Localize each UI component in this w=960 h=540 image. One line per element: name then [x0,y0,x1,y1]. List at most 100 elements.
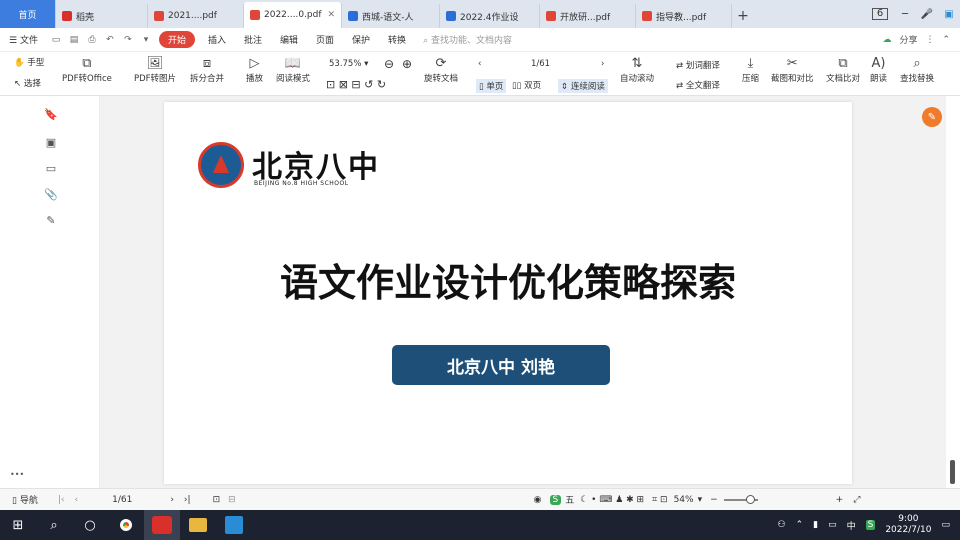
split-merge-button[interactable]: ⧈ 拆分合并 [190,56,224,84]
tab-guide[interactable]: 指导教...pdf [636,4,732,28]
first-page-icon[interactable]: |‹ [58,495,65,505]
fullscreen-icon[interactable]: ⤢ [853,495,860,505]
ime-five[interactable]: 五 [565,493,574,506]
zoom-chevron-icon[interactable]: ▾ [698,495,703,505]
redo-icon[interactable]: ↷ [123,35,133,45]
tab-open-research[interactable]: 开放研...pdf [540,4,636,28]
page-indicator[interactable]: 1/61 [531,59,550,69]
prev-page-icon[interactable]: ‹ [478,59,481,69]
share-button[interactable]: 分享 [899,33,917,46]
tab-home[interactable]: 首页 [0,0,56,28]
more-dots-icon[interactable]: ••• [10,470,24,484]
notification-icon[interactable]: ▭ [941,520,950,530]
eye-icon[interactable]: ◉ [534,495,542,505]
pdf-to-office-button[interactable]: ⧉ PDF转Office [62,56,112,84]
rotate-doc-button[interactable]: ⟳ 旋转文档 [424,56,458,84]
menu-page[interactable]: 页面 [307,33,343,46]
menu-annotate[interactable]: 批注 [235,33,271,46]
scroll-thumb[interactable] [950,460,955,484]
doc-compare-button[interactable]: ⧉ 文档比对 [826,56,860,84]
comment-icon[interactable]: ▭ [44,162,58,176]
zoom-out-icon[interactable]: ⊖ [384,57,394,71]
read-aloud-button[interactable]: A) 朗读 [870,56,887,84]
menu-edit[interactable]: 编辑 [271,33,307,46]
search-icon[interactable]: ⌕ [36,510,72,540]
chrome-icon[interactable] [108,510,144,540]
minimize-icon[interactable]: ─ [894,9,916,20]
more-icon[interactable]: ⋮ [925,35,934,45]
people-icon[interactable]: ⚇ [778,520,786,530]
undo-icon[interactable]: ↶ [105,35,115,45]
close-icon[interactable]: ✕ [322,10,336,20]
tab-pdf-2021[interactable]: 2021....pdf [148,4,244,28]
app-icon[interactable] [216,510,252,540]
compress-button[interactable]: ⤓ 压缩 [742,56,759,84]
next-page-icon[interactable]: › [601,59,604,69]
nav-toggle[interactable]: ▯ 导航 [12,493,38,506]
screen-cast-icon[interactable]: ▣ [938,9,960,20]
zoom-slider-knob[interactable] [745,494,755,504]
sync-icon[interactable]: ☁ [882,35,891,45]
zoom-select[interactable]: 53.75% ▾ [329,59,368,69]
ime-indicator[interactable]: 中 [847,519,856,532]
signature-icon[interactable]: ✎ [44,214,58,228]
tab-xicheng[interactable]: 西城-语文-人 [342,4,440,28]
fit-page-icon[interactable]: ⊡ [213,495,221,505]
file-explorer-icon[interactable] [180,510,216,540]
status-zoom[interactable]: 54% [674,495,694,505]
thumbnail-icon[interactable]: ▣ [44,136,58,150]
attachment-icon[interactable]: 📎 [44,188,58,202]
sogou-icon[interactable]: S [865,520,876,530]
ime-s-icon[interactable]: S [549,494,562,505]
continuous-read-button[interactable]: ⇕ 连续阅读 [558,79,608,93]
chevron-down-icon[interactable]: ▾ [141,35,151,45]
window-count-badge[interactable]: 6 [872,8,888,20]
full-translate-button[interactable]: ⇄ 全文翻译 [676,79,720,91]
hand-tool[interactable]: ✋ 手型 [14,56,44,68]
exit-icon[interactable]: ⊟ [228,495,236,505]
menu-protect[interactable]: 保护 [343,33,379,46]
tab-docer[interactable]: 稻壳 [56,4,148,28]
find-replace-button[interactable]: ⌕ 查找替换 [900,56,934,84]
menu-file[interactable]: ☰ 文件 [0,33,47,46]
screenshot-compare-button[interactable]: ✂ 截图和对比 [771,56,814,84]
zoom-minus-icon[interactable]: − [710,495,718,505]
word-translate-button[interactable]: ⇄ 划词翻译 [676,59,720,71]
clock[interactable]: 9:00 2022/7/10 [885,514,931,536]
vertical-scrollbar[interactable] [946,96,960,488]
open-icon[interactable]: ▭ [51,35,61,45]
zoom-in-icon[interactable]: ⊕ [402,57,412,71]
prev-icon[interactable]: ‹ [74,495,78,505]
mic-icon[interactable]: 🎤 [916,9,938,20]
windows-start-icon[interactable]: ⊞ [0,510,36,540]
floating-tool-icon[interactable]: ✎ [922,107,942,127]
collapse-icon[interactable]: ⌃ [942,35,950,45]
new-tab-plus-icon[interactable]: + [732,4,754,28]
status-page[interactable]: 1/61 [112,495,132,505]
task-view-icon[interactable]: ○ [72,510,108,540]
wps-icon[interactable] [144,510,180,540]
tab-2022-homework[interactable]: 2022.4作业设 [440,4,540,28]
next-icon[interactable]: › [170,495,174,505]
bookmark-icon[interactable]: 🔖 [44,108,58,122]
crop-icon[interactable]: ⌗ ⊡ [652,495,667,505]
select-tool[interactable]: ↖ 选择 [14,77,41,89]
status-tool-icons[interactable]: ☾ • ⌨ ♟ ✱ ⊞ [580,495,644,505]
network-icon[interactable]: ▭ [828,520,837,530]
print-icon[interactable]: ⎙ [87,35,97,45]
single-page-button[interactable]: ▯ 单页 [476,79,507,93]
search-input[interactable]: ⌕ 查找功能、文档内容 [423,33,512,46]
tray-up-icon[interactable]: ⌃ [796,520,804,530]
zoom-slider[interactable] [723,494,758,504]
zoom-plus-icon[interactable]: + [836,495,844,505]
double-page-button[interactable]: ▯▯ 双页 [512,79,541,91]
usb-icon[interactable]: ▮ [813,520,818,530]
last-page-icon[interactable]: ›| [184,495,191,505]
play-button[interactable]: ▷ 播放 [246,56,263,84]
menu-start[interactable]: 开始 [158,31,195,48]
tab-pdf-2022-active[interactable]: 2022....0.pdf ✕ [244,2,342,28]
fit-width-icon[interactable]: ⊡ ⊠ ⊟ ↺ ↻ [326,78,386,91]
menu-insert[interactable]: 插入 [199,33,235,46]
menu-convert[interactable]: 转换 [379,33,415,46]
auto-scroll-button[interactable]: ⇅ 自动滚动 [620,56,654,84]
